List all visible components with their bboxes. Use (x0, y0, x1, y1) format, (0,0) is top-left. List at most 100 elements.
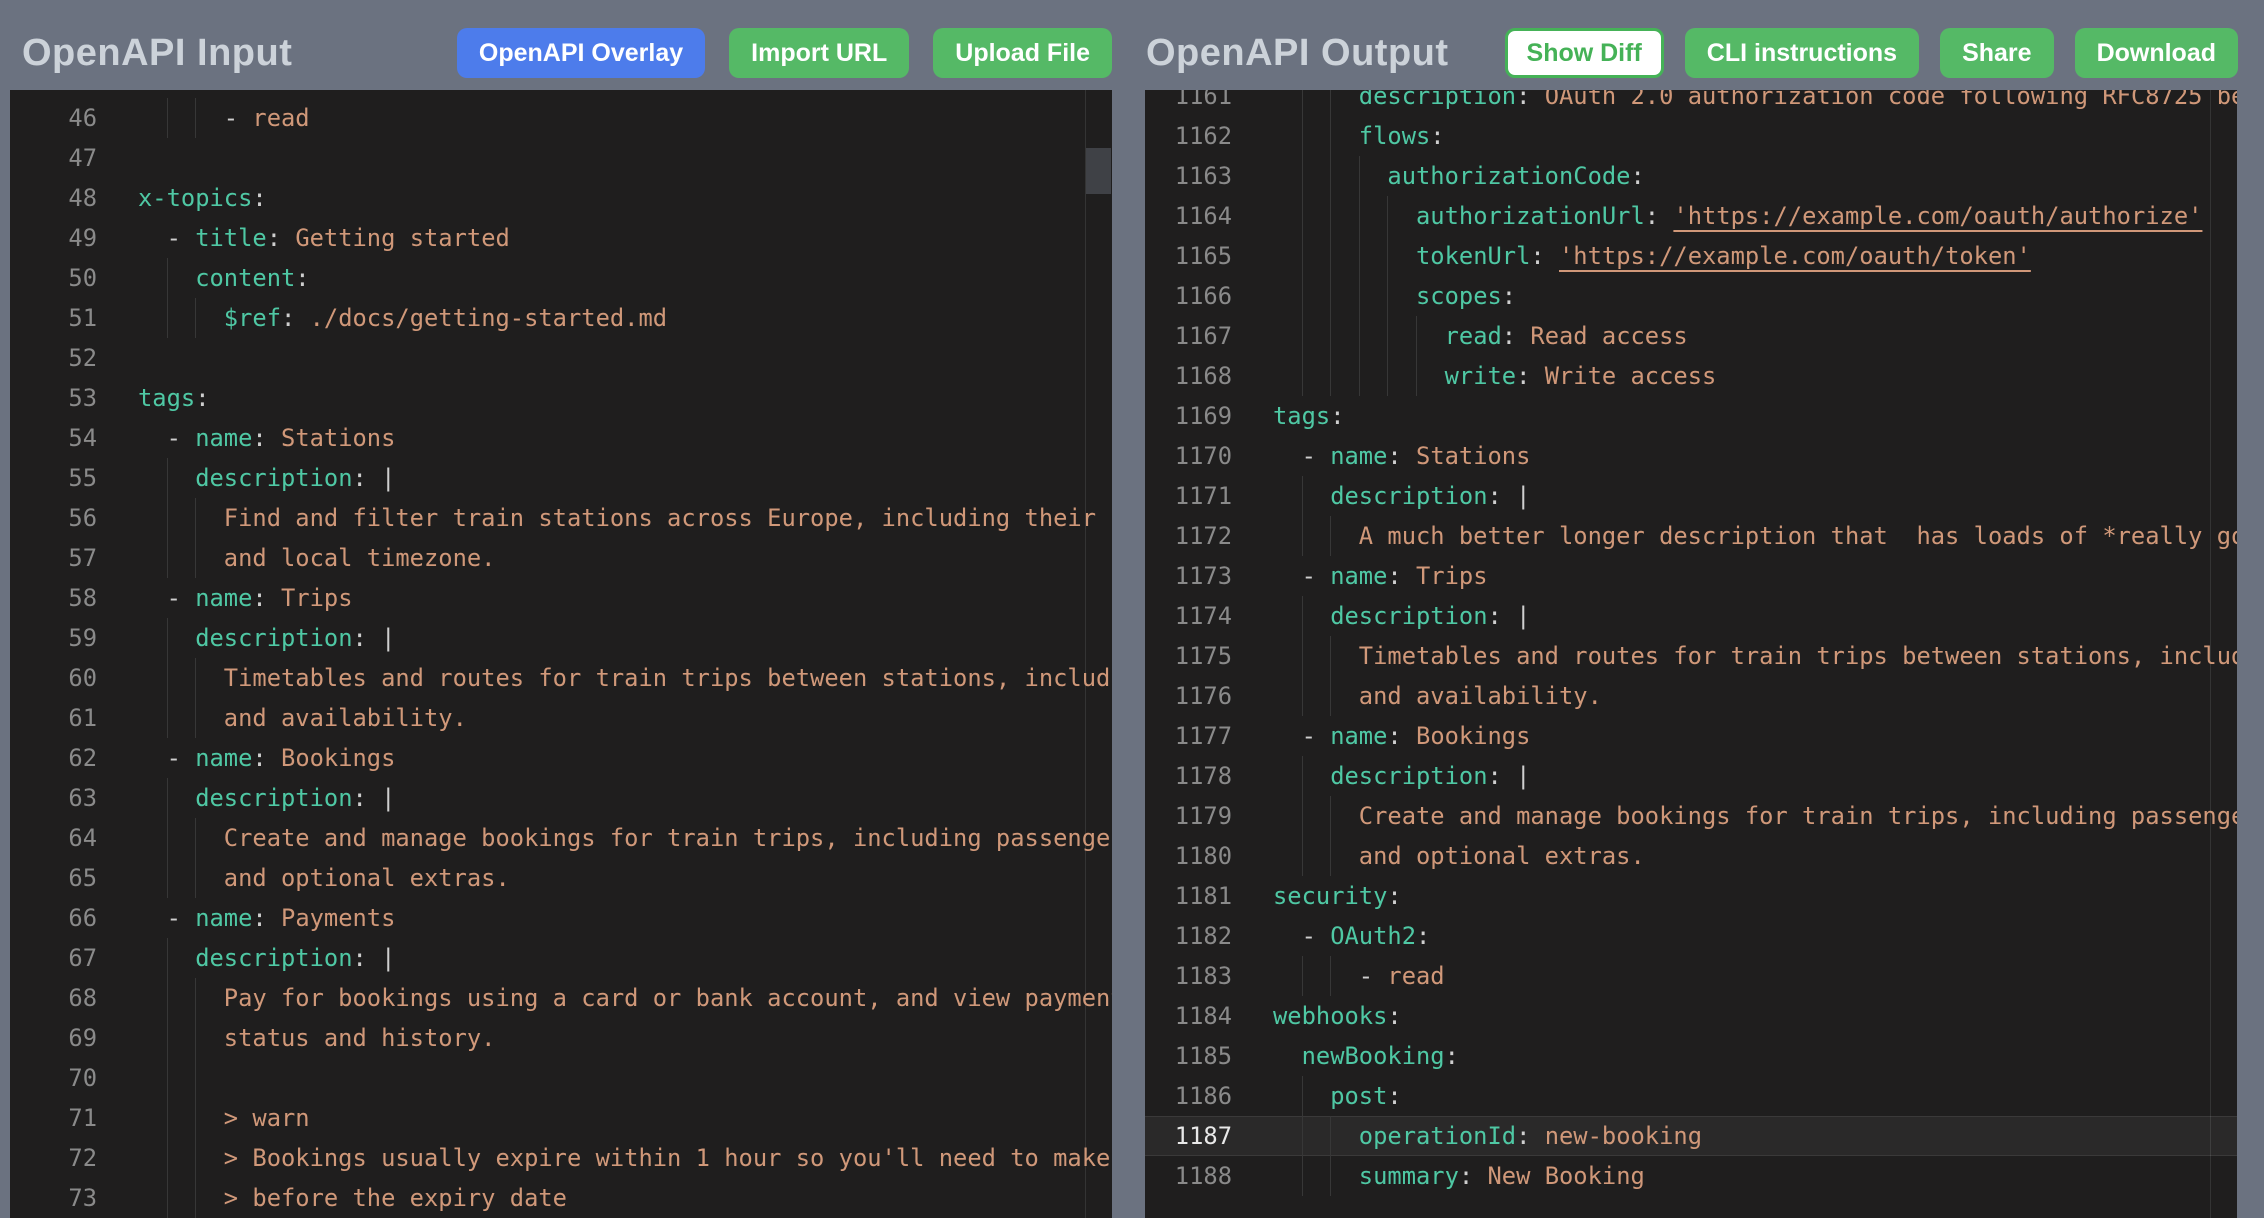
code-line-1172[interactable]: 1172 A much better longer description th… (1145, 516, 2237, 556)
line-number: 54 (10, 418, 97, 458)
code-line-1185[interactable]: 1185 newBooking: (1145, 1036, 2237, 1076)
yaml-punctuation: : (252, 584, 281, 612)
yaml-value: OAuth 2.0 authorization code following R… (1545, 90, 2237, 110)
code-line-51[interactable]: 51 $ref: ./docs/getting-started.md (10, 298, 1112, 338)
code-line-1184[interactable]: 1184webhooks: (1145, 996, 2237, 1036)
code-line-1186[interactable]: 1186 post: (1145, 1076, 2237, 1116)
code-line-1161[interactable]: 1161 description: OAuth 2.0 authorizatio… (1145, 90, 2237, 116)
code-line-59[interactable]: 59 description: | (10, 618, 1112, 658)
code-line-1164[interactable]: 1164 authorizationUrl: 'https://example.… (1145, 196, 2237, 236)
code-line-70[interactable]: 70 (10, 1058, 1112, 1098)
download-button[interactable]: Download (2075, 28, 2238, 78)
scrollbar-thumb[interactable] (1086, 148, 1111, 194)
indent-guide (1302, 756, 1303, 796)
code-text: and local timezone. (138, 538, 495, 578)
indent-guide (195, 1138, 196, 1178)
code-line-1179[interactable]: 1179 Create and manage bookings for trai… (1145, 796, 2237, 836)
code-line-54[interactable]: 54 - name: Stations (10, 418, 1112, 458)
code-line-68[interactable]: 68 Pay for bookings using a card or bank… (10, 978, 1112, 1018)
code-line-48[interactable]: 48x-topics: (10, 178, 1112, 218)
code-line-66[interactable]: 66 - name: Payments (10, 898, 1112, 938)
openapi-output-editor[interactable]: 1161 description: OAuth 2.0 authorizatio… (1145, 90, 2237, 1218)
code-line-1174[interactable]: 1174 description: | (1145, 596, 2237, 636)
code-text: scopes: (1273, 276, 1516, 316)
yaml-punctuation (138, 544, 224, 572)
yaml-punctuation (1273, 1042, 1302, 1070)
code-line-67[interactable]: 67 description: | (10, 938, 1112, 978)
cli-instructions-button[interactable]: CLI instructions (1685, 28, 1919, 78)
yaml-punctuation: : | (353, 944, 396, 972)
code-line-53[interactable]: 53tags: (10, 378, 1112, 418)
openapi-overlay-button[interactable]: OpenAPI Overlay (457, 28, 705, 78)
code-line-1178[interactable]: 1178 description: | (1145, 756, 2237, 796)
code-line-1181[interactable]: 1181security: (1145, 876, 2237, 916)
code-line-73[interactable]: 73 > before the expiry date (10, 1178, 1112, 1218)
code-line-61[interactable]: 61 and availability. (10, 698, 1112, 738)
code-line-58[interactable]: 58 - name: Trips (10, 578, 1112, 618)
code-line-1170[interactable]: 1170 - name: Stations (1145, 436, 2237, 476)
code-text: post: (1273, 1076, 1402, 1116)
code-line-1180[interactable]: 1180 and optional extras. (1145, 836, 2237, 876)
code-line-63[interactable]: 63 description: | (10, 778, 1112, 818)
indent-guide (195, 1178, 196, 1218)
share-button[interactable]: Share (1940, 28, 2053, 78)
yaml-link-value[interactable]: 'https://example.com/oauth/authorize' (1673, 202, 2202, 230)
code-line-1171[interactable]: 1171 description: | (1145, 476, 2237, 516)
code-line-64[interactable]: 64 Create and manage bookings for train … (10, 818, 1112, 858)
code-line-1165[interactable]: 1165 tokenUrl: 'https://example.com/oaut… (1145, 236, 2237, 276)
yaml-punctuation: : (267, 224, 296, 252)
upload-file-button[interactable]: Upload File (933, 28, 1112, 78)
code-line-1167[interactable]: 1167 read: Read access (1145, 316, 2237, 356)
code-line-1166[interactable]: 1166 scopes: (1145, 276, 2237, 316)
code-line-72[interactable]: 72 > Bookings usually expire within 1 ho… (10, 1138, 1112, 1178)
code-line-52[interactable]: 52 (10, 338, 1112, 378)
code-line-1168[interactable]: 1168 write: Write access (1145, 356, 2237, 396)
line-number: 65 (10, 858, 97, 898)
yaml-value: Timetables and routes for train trips be… (224, 664, 1112, 692)
indent-guide (167, 258, 168, 298)
code-line-49[interactable]: 49 - title: Getting started (10, 218, 1112, 258)
code-line-1162[interactable]: 1162 flows: (1145, 116, 2237, 156)
indent-guide (167, 858, 168, 898)
code-line-1173[interactable]: 1173 - name: Trips (1145, 556, 2237, 596)
code-text: authorizationUrl: 'https://example.com/o… (1273, 196, 2202, 236)
code-line-56[interactable]: 56 Find and filter train stations across… (10, 498, 1112, 538)
indent-guide (167, 818, 168, 858)
show-diff-button[interactable]: Show Diff (1505, 28, 1664, 78)
code-line-1177[interactable]: 1177 - name: Bookings (1145, 716, 2237, 756)
code-line-1188[interactable]: 1188 summary: New Booking (1145, 1156, 2237, 1196)
yaml-key: description (195, 464, 352, 492)
code-line-1176[interactable]: 1176 and availability. (1145, 676, 2237, 716)
code-line-71[interactable]: 71 > warn (10, 1098, 1112, 1138)
yaml-value: Bookings (1416, 722, 1530, 750)
yaml-value: New Booking (1488, 1162, 1645, 1190)
code-line-50[interactable]: 50 content: (10, 258, 1112, 298)
code-line-1175[interactable]: 1175 Timetables and routes for train tri… (1145, 636, 2237, 676)
indent-guide (1330, 236, 1331, 276)
code-text: - name: Trips (1273, 556, 1488, 596)
code-line-62[interactable]: 62 - name: Bookings (10, 738, 1112, 778)
code-line-1163[interactable]: 1163 authorizationCode: (1145, 156, 2237, 196)
code-line-46[interactable]: 46 - read (10, 98, 1112, 138)
line-number: 1166 (1145, 276, 1232, 316)
code-line-47[interactable]: 47 (10, 138, 1112, 178)
code-text: - read (1273, 956, 1445, 996)
code-text: - read (138, 98, 310, 138)
indent-guide (167, 1098, 168, 1138)
code-line-1183[interactable]: 1183 - read (1145, 956, 2237, 996)
code-line-69[interactable]: 69 status and history. (10, 1018, 1112, 1058)
yaml-value: read (252, 104, 309, 132)
yaml-link-value[interactable]: 'https://example.com/oauth/token' (1559, 242, 2031, 270)
import-url-button[interactable]: Import URL (729, 28, 909, 78)
code-line-55[interactable]: 55 description: | (10, 458, 1112, 498)
code-line-1169[interactable]: 1169tags: (1145, 396, 2237, 436)
yaml-punctuation: : (1387, 442, 1416, 470)
yaml-key: name (1330, 722, 1387, 750)
code-line-57[interactable]: 57 and local timezone. (10, 538, 1112, 578)
code-line-60[interactable]: 60 Timetables and routes for train trips… (10, 658, 1112, 698)
code-line-1182[interactable]: 1182 - OAuth2: (1145, 916, 2237, 956)
indent-guide (167, 1138, 168, 1178)
code-line-65[interactable]: 65 and optional extras. (10, 858, 1112, 898)
openapi-input-editor[interactable]: 46 - read4748x-topics:49 - title: Gettin… (10, 90, 1112, 1218)
code-line-1187[interactable]: 1187 operationId: new-booking (1145, 1116, 2237, 1156)
